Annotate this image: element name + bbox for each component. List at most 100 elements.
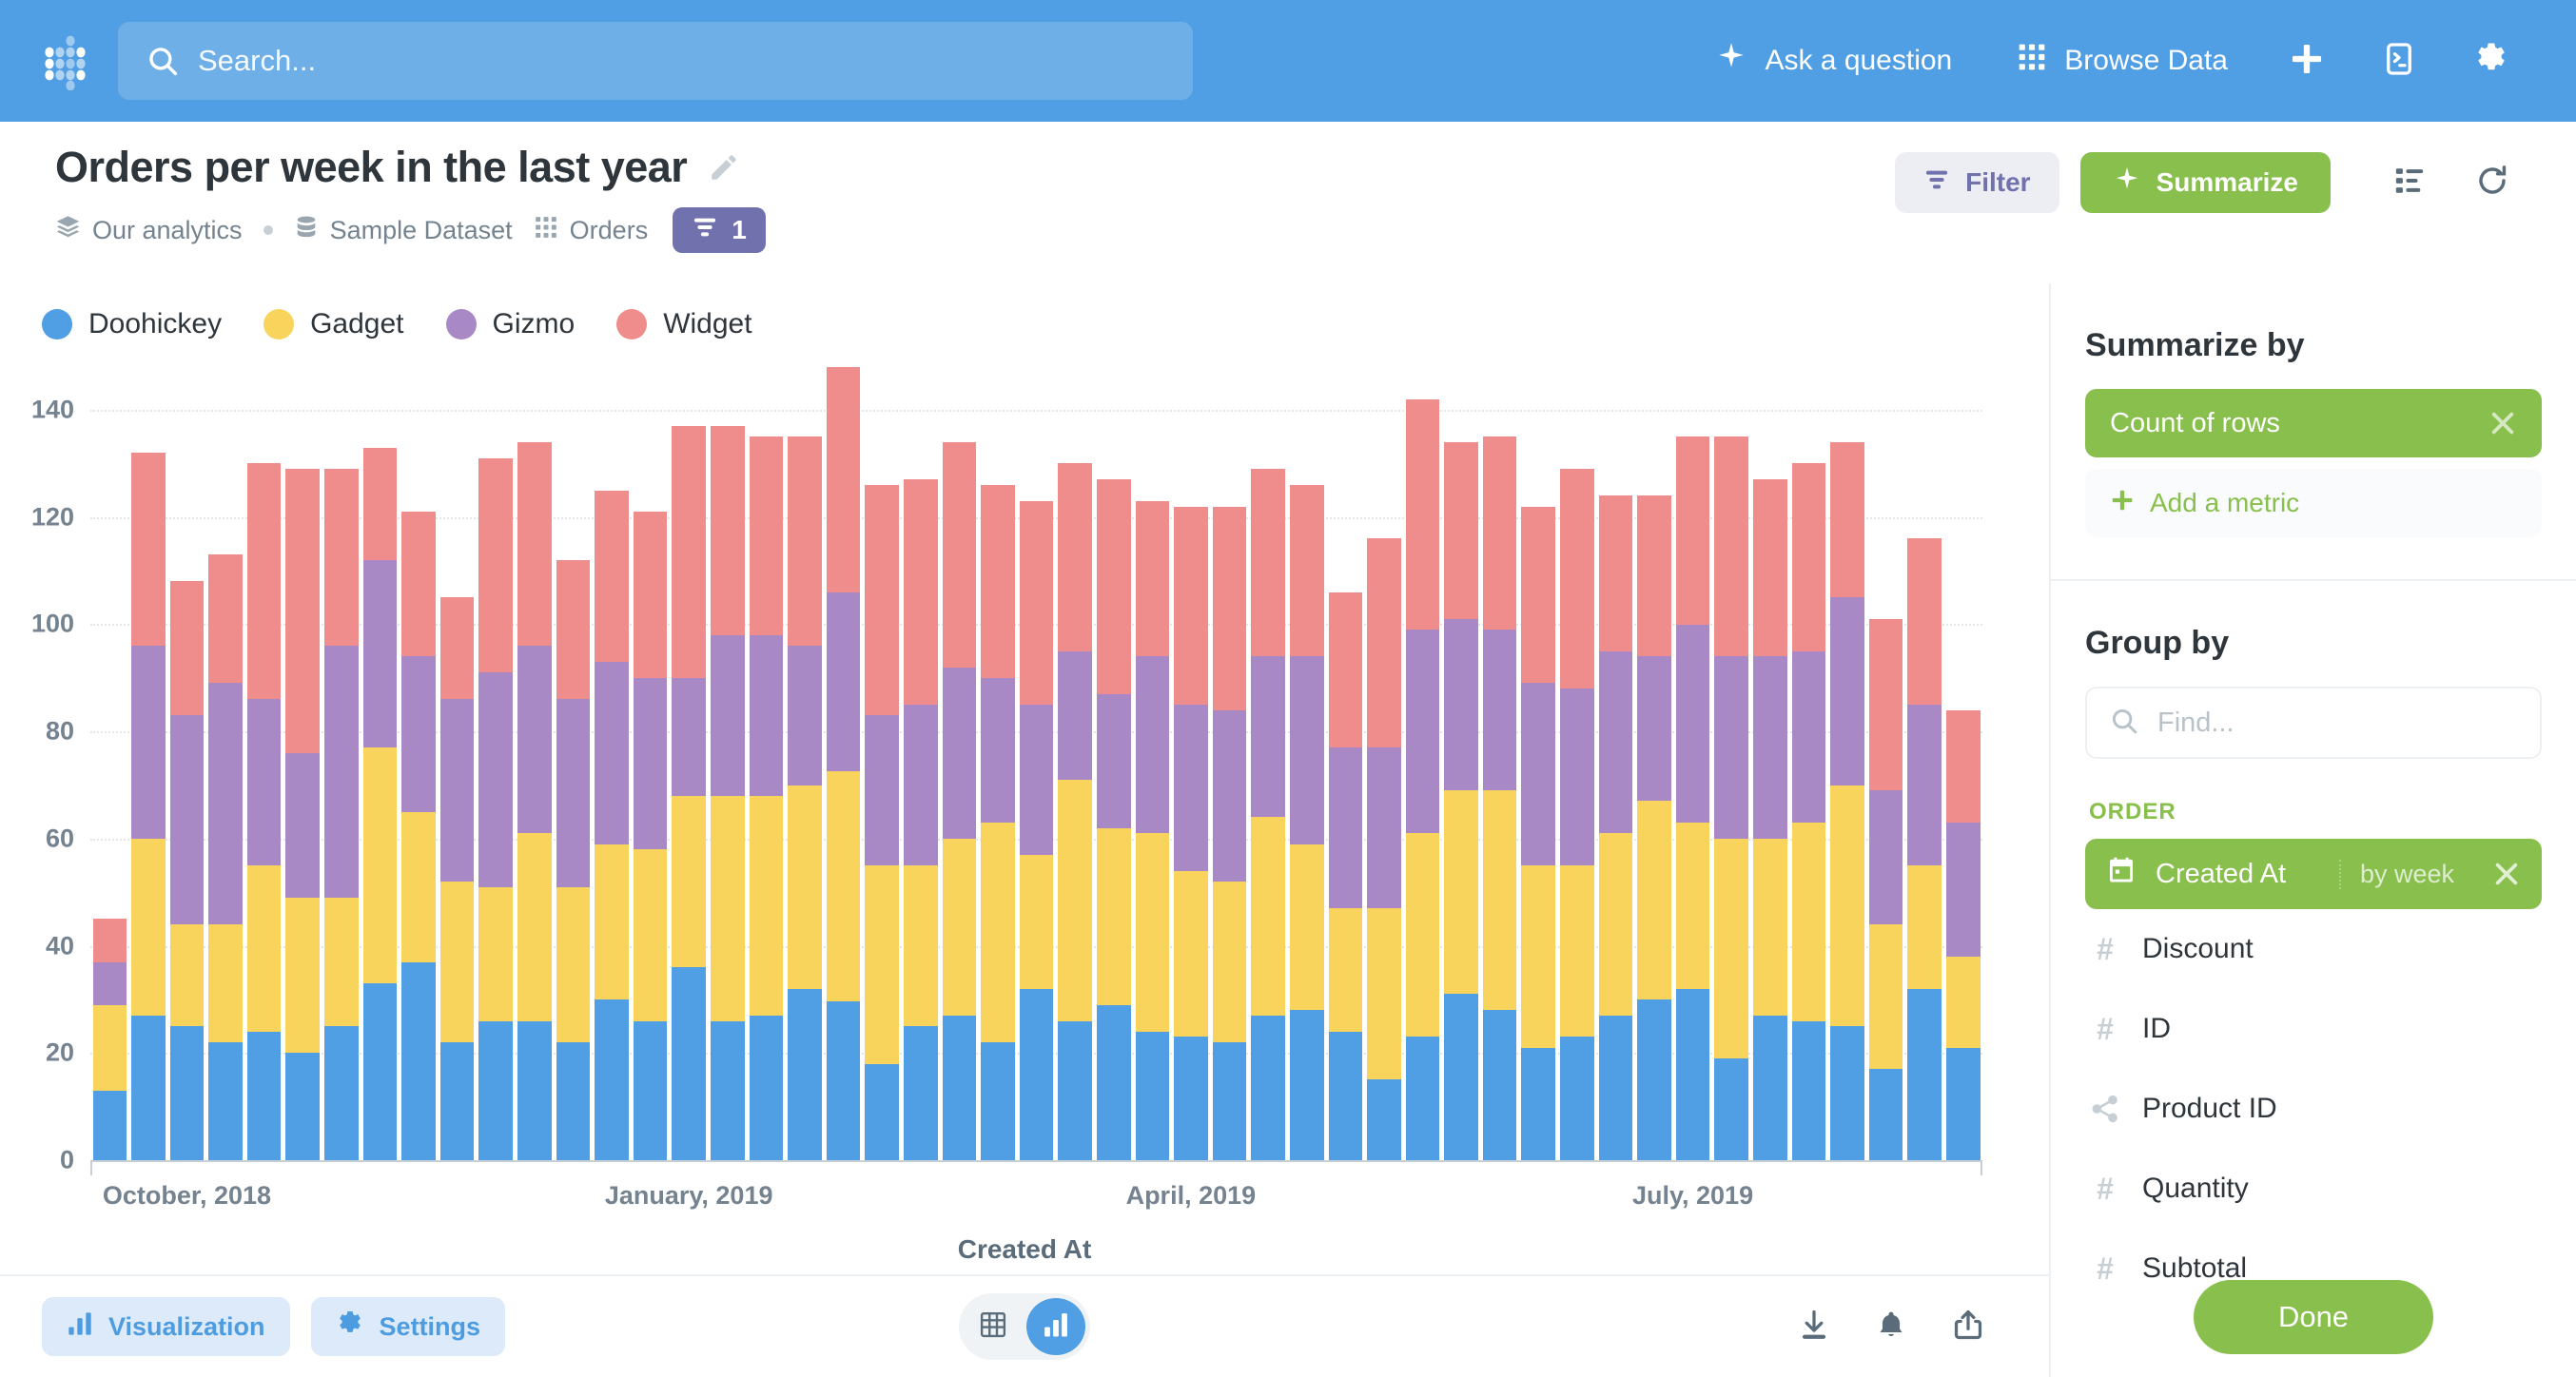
bar-segment-widget[interactable] xyxy=(1174,506,1208,706)
bar-segment-doohickey[interactable] xyxy=(1482,1010,1517,1160)
bar-segment-doohickey[interactable] xyxy=(1444,994,1478,1160)
bar-segment-gadget[interactable] xyxy=(556,886,591,1043)
bar-segment-gadget[interactable] xyxy=(1637,801,1671,999)
bar-segment-widget[interactable] xyxy=(826,367,861,592)
close-icon[interactable] xyxy=(2488,409,2517,437)
bar-segment-gadget[interactable] xyxy=(1521,865,1556,1048)
bar-segment-widget[interactable] xyxy=(1907,538,1942,706)
new-button[interactable] xyxy=(2260,41,2353,82)
bar-segment-gizmo[interactable] xyxy=(749,634,784,796)
stacked-bar[interactable] xyxy=(167,367,206,1160)
bar-segment-gadget[interactable] xyxy=(1560,865,1594,1038)
toggle-table-view[interactable] xyxy=(964,1298,1023,1355)
bar-segment-gadget[interactable] xyxy=(826,771,861,1002)
group-by-binning-label[interactable]: by week xyxy=(2338,859,2454,889)
bar-segment-widget[interactable] xyxy=(1791,463,1826,651)
bar-segment-gizmo[interactable] xyxy=(169,715,205,925)
breadcrumb-database[interactable]: Sample Dataset xyxy=(294,215,513,246)
bar-segment-doohickey[interactable] xyxy=(711,1020,745,1160)
bar-segment-gizmo[interactable] xyxy=(788,646,822,785)
close-icon[interactable] xyxy=(2492,860,2521,888)
stacked-bar[interactable] xyxy=(1017,367,1056,1160)
stacked-bar[interactable] xyxy=(1442,367,1481,1160)
bar-segment-widget[interactable] xyxy=(1367,538,1401,748)
alert-button[interactable] xyxy=(1853,1309,1929,1345)
search-input[interactable] xyxy=(198,44,1164,78)
bar-segment-gizmo[interactable] xyxy=(1907,705,1942,866)
bar-segment-gizmo[interactable] xyxy=(1753,656,1787,839)
stacked-bar[interactable] xyxy=(1905,367,1944,1160)
bar-segment-gadget[interactable] xyxy=(1868,924,1903,1070)
bar-segment-doohickey[interactable] xyxy=(595,999,629,1160)
bar-segment-gadget[interactable] xyxy=(362,747,398,984)
breadcrumb-table[interactable]: Orders xyxy=(534,215,648,246)
bar-segment-doohickey[interactable] xyxy=(1598,1015,1633,1160)
stacked-bar[interactable] xyxy=(1365,367,1404,1160)
bar-segment-widget[interactable] xyxy=(324,469,359,647)
bar-segment-doohickey[interactable] xyxy=(1521,1047,1556,1160)
bar-segment-widget[interactable] xyxy=(633,512,668,678)
stacked-bar[interactable] xyxy=(1789,367,1828,1160)
stacked-bar[interactable] xyxy=(1635,367,1674,1160)
bar-segment-gizmo[interactable] xyxy=(942,667,977,839)
bar-segment-widget[interactable] xyxy=(362,447,398,560)
bar-segment-doohickey[interactable] xyxy=(1289,1010,1324,1160)
bar-segment-gizmo[interactable] xyxy=(1212,709,1247,882)
bar-segment-widget[interactable] xyxy=(1714,436,1749,657)
stacked-bar[interactable] xyxy=(1828,367,1867,1160)
ask-a-question-link[interactable]: Ask a question xyxy=(1683,41,1984,81)
bar-segment-gizmo[interactable] xyxy=(439,699,475,882)
bar-segment-gadget[interactable] xyxy=(1212,881,1247,1043)
bar-segment-doohickey[interactable] xyxy=(1212,1042,1247,1160)
stacked-bar[interactable] xyxy=(322,367,361,1160)
stacked-bar[interactable] xyxy=(1866,367,1905,1160)
stacked-bar[interactable] xyxy=(1172,367,1211,1160)
bar-segment-doohickey[interactable] xyxy=(633,1020,668,1160)
bar-segment-gadget[interactable] xyxy=(439,881,475,1043)
bar-segment-gadget[interactable] xyxy=(1058,779,1092,1021)
bar-segment-gadget[interactable] xyxy=(1907,865,1942,989)
settings-button[interactable]: Settings xyxy=(310,1297,506,1356)
bar-segment-gadget[interactable] xyxy=(324,897,359,1027)
bar-segment-widget[interactable] xyxy=(401,512,436,657)
bar-segment-gadget[interactable] xyxy=(1444,790,1478,995)
bar-segment-gadget[interactable] xyxy=(131,838,166,1016)
stacked-bar[interactable] xyxy=(361,367,400,1160)
bar-segment-doohickey[interactable] xyxy=(1830,1026,1864,1160)
bar-segment-doohickey[interactable] xyxy=(1251,1015,1285,1160)
add-a-metric-button[interactable]: Add a metric xyxy=(2085,469,2542,537)
bar-segment-doohickey[interactable] xyxy=(246,1031,282,1160)
metric-chip-count-of-rows[interactable]: Count of rows xyxy=(2085,389,2542,457)
bar-segment-widget[interactable] xyxy=(1328,592,1363,748)
bar-segment-doohickey[interactable] xyxy=(92,1090,127,1160)
bar-segment-doohickey[interactable] xyxy=(478,1020,514,1160)
group-by-search[interactable] xyxy=(2085,687,2542,759)
bar-segment-doohickey[interactable] xyxy=(517,1020,552,1160)
bar-segment-gizmo[interactable] xyxy=(208,683,243,925)
bar-segment-gadget[interactable] xyxy=(672,795,706,968)
bar-segment-gadget[interactable] xyxy=(1328,908,1363,1032)
bar-segment-gizmo[interactable] xyxy=(633,677,668,850)
bar-segment-gadget[interactable] xyxy=(1753,838,1787,1016)
bar-segment-gadget[interactable] xyxy=(595,844,629,999)
bar-segment-doohickey[interactable] xyxy=(131,1015,166,1160)
stacked-bar[interactable] xyxy=(1712,367,1751,1160)
bar-segment-widget[interactable] xyxy=(1135,500,1170,657)
stacked-bar[interactable] xyxy=(1944,367,1983,1160)
bar-segment-gizmo[interactable] xyxy=(595,661,629,844)
bar-segment-widget[interactable] xyxy=(208,554,243,684)
bar-segment-gadget[interactable] xyxy=(1096,827,1131,1005)
refresh-button[interactable] xyxy=(2450,164,2534,203)
bar-segment-doohickey[interactable] xyxy=(903,1026,938,1160)
toggle-chart-view[interactable] xyxy=(1026,1298,1085,1355)
bar-segment-doohickey[interactable] xyxy=(169,1026,205,1160)
bar-segment-gadget[interactable] xyxy=(633,849,668,1021)
done-button[interactable]: Done xyxy=(2194,1280,2433,1354)
filter-count-badge[interactable]: 1 xyxy=(673,207,766,253)
stacked-bar[interactable] xyxy=(400,367,439,1160)
bar-segment-gizmo[interactable] xyxy=(981,677,1015,823)
stacked-bar[interactable] xyxy=(206,367,245,1160)
bar-segment-doohickey[interactable] xyxy=(285,1053,321,1160)
bar-segment-doohickey[interactable] xyxy=(439,1042,475,1160)
bar-segment-gadget[interactable] xyxy=(1946,956,1981,1048)
